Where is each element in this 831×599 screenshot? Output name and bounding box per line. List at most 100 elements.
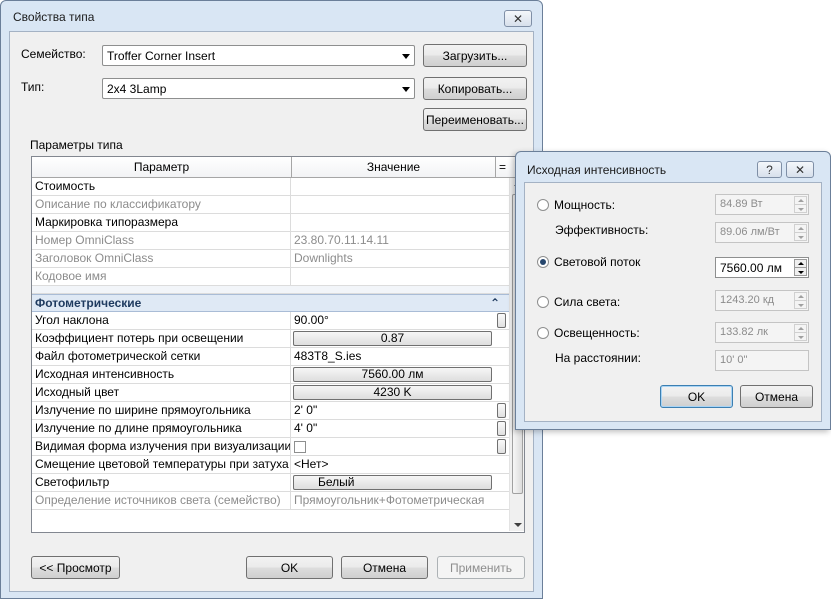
luminous-flux-radio[interactable] <box>537 256 549 268</box>
table-row[interactable]: Угол наклона 90.00° <box>32 312 509 330</box>
row-param-value <box>292 268 495 286</box>
luminous-intensity-input[interactable]: 1243.20 кд <box>715 290 809 311</box>
row-param-value <box>292 196 495 214</box>
preview-button[interactable]: << Просмотр <box>31 556 120 579</box>
close-icon: ✕ <box>794 162 806 177</box>
load-button[interactable]: Загрузить... <box>423 44 527 67</box>
rename-button[interactable]: Переименовать... <box>423 108 527 131</box>
dialog-cancel-button[interactable]: Отмена <box>740 385 813 408</box>
table-row[interactable]: Стоимость <box>32 178 509 196</box>
row-param-name: Кодовое имя <box>32 268 291 286</box>
row-param-value: Downlights <box>294 251 353 265</box>
window-close-button[interactable]: ✕ <box>504 10 532 27</box>
row-param-name: Коэффициент потерь при освещении <box>32 330 291 348</box>
duplicate-button[interactable]: Копировать... <box>423 77 527 100</box>
visible-shape-checkbox[interactable] <box>294 441 306 453</box>
initial-intensity-button[interactable]: 7560.00 лм <box>293 367 492 382</box>
ok-button[interactable]: OK <box>246 556 333 579</box>
row-param-name: Заголовок OmniClass <box>32 250 291 268</box>
table-row[interactable]: Описание по классификатору <box>32 196 509 214</box>
illuminance-value: 133.82 лк <box>720 326 768 338</box>
table-header: Параметр Значение = <box>32 157 524 178</box>
column-header-value[interactable]: Значение <box>292 157 496 177</box>
cancel-button[interactable]: Отмена <box>341 556 428 579</box>
column-menu-icon[interactable]: = <box>496 157 509 177</box>
luminous-intensity-radio[interactable] <box>537 296 549 308</box>
table-row[interactable]: Смещение цветовой температуры при затуха… <box>32 456 509 474</box>
row-param-value[interactable]: 90.00° <box>292 312 495 330</box>
row-param-value-cell: Белый <box>292 474 495 492</box>
row-param-name: Файл фотометрической сетки <box>32 348 291 366</box>
table-row[interactable]: Определение источников света (семейство)… <box>32 492 509 510</box>
wattage-value: 84.89 Вт <box>720 198 763 210</box>
family-select[interactable]: Troffer Corner Insert <box>102 45 415 66</box>
scroll-down-icon[interactable] <box>514 523 522 527</box>
row-edit-button[interactable] <box>497 421 506 436</box>
luminous-intensity-label: Сила света: <box>554 295 621 309</box>
row-param-value[interactable]: 4' 0" <box>292 420 495 438</box>
row-edit-button[interactable] <box>497 403 506 418</box>
row-edit-button[interactable] <box>497 313 506 328</box>
row-param-value[interactable] <box>292 214 495 232</box>
group-header-photometrics[interactable]: Фотометрические ⌃ <box>32 294 509 312</box>
row-param-value[interactable]: 483T8_S.ies <box>292 348 495 366</box>
light-loss-factor-button[interactable]: 0.87 <box>293 331 492 346</box>
row-edit-button[interactable] <box>497 439 506 454</box>
row-param-name: Излучение по длине прямоугольника <box>32 420 291 438</box>
luminous-intensity-value: 1243.20 кд <box>720 294 775 306</box>
type-properties-window: Свойства типа ✕ Семейство: Troffer Corne… <box>0 0 543 599</box>
row-param-name: Смещение цветовой температуры при затуха <box>32 456 291 474</box>
help-icon: ? <box>766 162 773 177</box>
color-filter-button[interactable]: Белый <box>293 475 492 490</box>
spin-down-icon[interactable] <box>794 232 807 241</box>
row-param-value-cell: 7560.00 лм <box>292 366 495 384</box>
wattage-radio[interactable] <box>537 199 549 211</box>
close-icon: ✕ <box>512 11 524 26</box>
initial-color-button[interactable]: 4230 K <box>293 385 492 400</box>
dialog-ok-button[interactable]: OK <box>660 385 733 408</box>
table-row[interactable]: Заголовок OmniClass Downlights <box>32 250 509 268</box>
collapse-icon[interactable]: ⌃ <box>490 295 500 311</box>
family-select-value: Troffer Corner Insert <box>107 49 216 63</box>
table-row[interactable]: Кодовое имя <box>32 268 509 286</box>
row-param-value[interactable]: 2' 0" <box>292 402 495 420</box>
distance-input[interactable]: 10' 0" <box>715 350 809 371</box>
table-row[interactable]: Файл фотометрической сетки 483T8_S.ies <box>32 348 509 366</box>
efficacy-value: 89.06 лм/Вт <box>720 226 780 238</box>
efficacy-label: Эффективность: <box>555 223 649 237</box>
illuminance-radio[interactable] <box>537 327 549 339</box>
row-param-name: Определение источников света (семейство) <box>32 492 291 510</box>
table-row[interactable]: Излучение по ширине прямоугольника 2' 0" <box>32 402 509 420</box>
luminous-flux-input[interactable]: 7560.00 лм <box>715 257 809 278</box>
type-select[interactable]: 2x4 3Lamp <box>102 78 415 99</box>
dialog-title: Исходная интенсивность <box>527 163 667 177</box>
table-row[interactable]: Номер OmniClass 23.80.70.11.14.11 <box>32 232 509 250</box>
spin-down-icon[interactable] <box>794 332 807 341</box>
row-param-value[interactable] <box>292 178 495 196</box>
illuminance-input[interactable]: 133.82 лк <box>715 322 809 343</box>
row-param-name: Излучение по ширине прямоугольника <box>32 402 291 420</box>
spin-down-icon[interactable] <box>794 300 807 309</box>
table-rows: Стоимость Описание по классификатору Мар… <box>32 178 509 510</box>
help-button[interactable]: ? <box>757 161 782 178</box>
table-row[interactable]: Исходный цвет 4230 K <box>32 384 509 402</box>
table-row[interactable]: Маркировка типоразмера <box>32 214 509 232</box>
table-row[interactable]: Светофильтр Белый <box>32 474 509 492</box>
row-param-name: Светофильтр <box>32 474 291 492</box>
efficacy-input[interactable]: 89.06 лм/Вт <box>715 222 809 243</box>
table-row[interactable]: Коэффициент потерь при освещении 0.87 <box>32 330 509 348</box>
table-row[interactable]: Исходная интенсивность 7560.00 лм <box>32 366 509 384</box>
row-param-value: Прямоугольник+Фотометрическая <box>294 493 485 507</box>
row-param-value-cell: 0.87 <box>292 330 495 348</box>
window-title: Свойства типа <box>13 10 95 24</box>
initial-intensity-dialog: Исходная интенсивность ? ✕ Мощность: 84.… <box>515 151 831 430</box>
table-row[interactable]: Видимая форма излучения при визуализации <box>32 438 509 456</box>
spin-down-icon[interactable] <box>794 267 807 276</box>
spin-down-icon[interactable] <box>794 204 807 213</box>
column-header-parameter[interactable]: Параметр <box>32 157 292 177</box>
row-param-value[interactable]: <Нет> <box>292 456 495 474</box>
table-row[interactable]: Излучение по длине прямоугольника 4' 0" <box>32 420 509 438</box>
dialog-close-button[interactable]: ✕ <box>786 161 814 178</box>
apply-button[interactable]: Применить <box>437 556 525 579</box>
wattage-input[interactable]: 84.89 Вт <box>715 194 809 215</box>
